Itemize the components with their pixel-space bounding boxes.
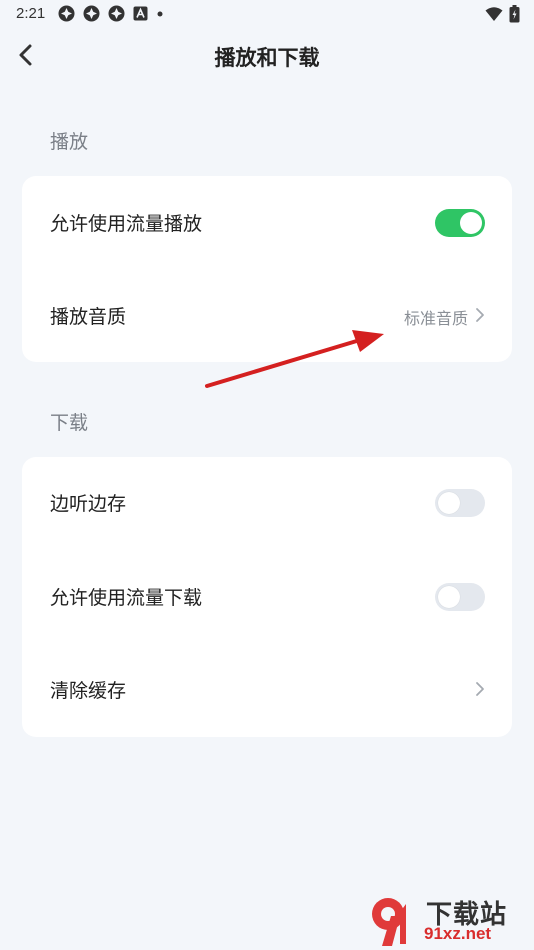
chevron-right-icon	[474, 306, 486, 324]
status-time: 2:21	[16, 5, 46, 22]
watermark-url: 91xz.net	[424, 924, 492, 943]
status-bar: 2:21	[0, 0, 534, 28]
chevron-right-icon	[474, 680, 486, 698]
setting-label: 清除缓存	[50, 680, 127, 702]
play-and-cache-toggle[interactable]	[435, 489, 485, 517]
allow-data-download-toggle[interactable]	[435, 583, 485, 611]
section-label-download: 下载	[50, 412, 89, 434]
setting-label: 边听边存	[50, 493, 127, 515]
watermark-logo-icon	[372, 898, 406, 946]
section-label-playback: 播放	[50, 131, 89, 153]
wifi-icon	[485, 6, 503, 26]
setting-row-allow-data-download[interactable]: 允许使用流量下载	[22, 567, 512, 627]
header-bar: 播放和下载	[0, 28, 534, 84]
a-box-icon	[133, 6, 148, 21]
app-notification-icon	[108, 5, 125, 22]
allow-data-play-toggle[interactable]	[435, 209, 485, 237]
audio-quality-value: 标准音质	[403, 309, 468, 328]
app-notification-icon	[58, 5, 75, 22]
playback-card: 允许使用流量播放 播放音质 标准音质	[22, 176, 512, 362]
app-notification-icon	[83, 5, 100, 22]
toggle-knob	[438, 492, 460, 514]
toggle-knob	[460, 212, 482, 234]
setting-row-clear-cache[interactable]: 清除缓存	[22, 660, 512, 720]
toggle-knob	[438, 586, 460, 608]
battery-icon	[509, 5, 520, 27]
setting-label: 允许使用流量播放	[50, 213, 203, 235]
status-icons-left	[58, 5, 164, 22]
page-title: 播放和下载	[214, 46, 320, 70]
setting-row-allow-data-play[interactable]: 允许使用流量播放	[22, 193, 512, 253]
dot-icon	[156, 10, 164, 18]
setting-label: 允许使用流量下载	[50, 587, 203, 609]
status-icons-right	[485, 5, 520, 27]
setting-label: 播放音质	[50, 306, 127, 328]
watermark: 下载站 91xz.net	[362, 894, 532, 948]
setting-row-play-and-cache[interactable]: 边听边存	[22, 473, 512, 533]
download-card: 边听边存 允许使用流量下载 清除缓存	[22, 457, 512, 737]
setting-row-audio-quality[interactable]: 播放音质 标准音质	[22, 286, 512, 346]
